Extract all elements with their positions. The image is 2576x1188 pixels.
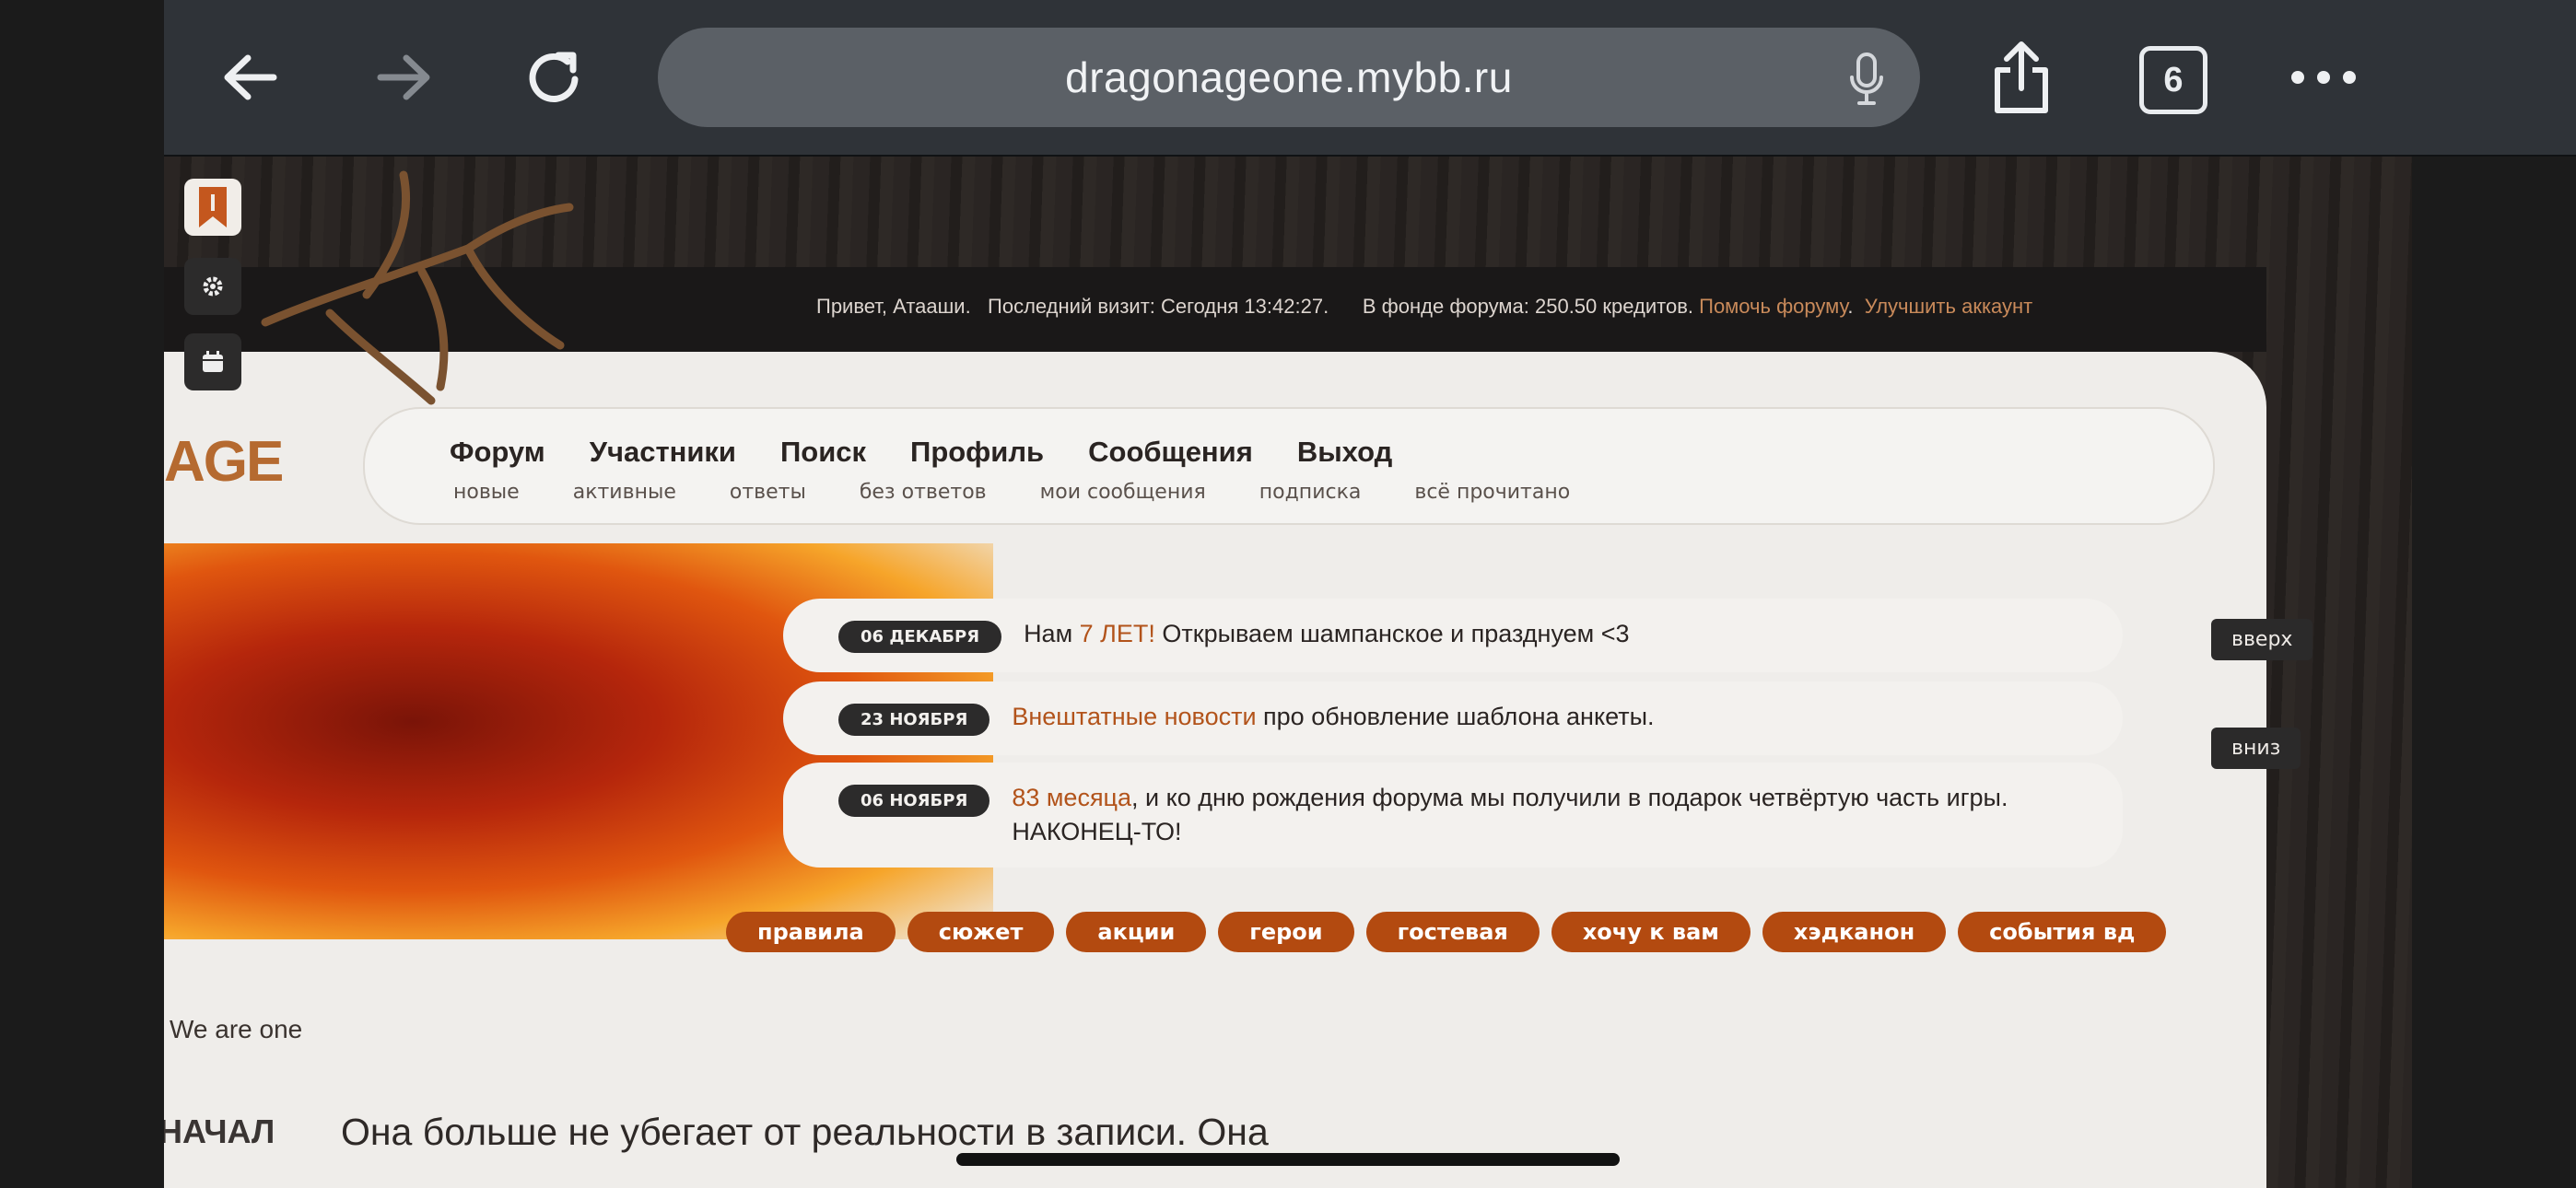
- tagline: We are one: [170, 1015, 303, 1043]
- microphone-icon[interactable]: [1848, 52, 1885, 107]
- more-button[interactable]: [2277, 31, 2370, 123]
- news-item[interactable]: 23 НОЯБРЯ Внештатные новости про обновле…: [783, 681, 2123, 755]
- viewport-margin-right: [2412, 157, 2576, 1188]
- settings-button[interactable]: [184, 258, 241, 315]
- nav-logout[interactable]: Выход: [1297, 436, 1393, 469]
- nav-search[interactable]: Поиск: [780, 436, 866, 469]
- tag-promo[interactable]: акции: [1066, 912, 1207, 952]
- quick-links: правила сюжет акции герои гостевая хочу …: [726, 912, 2178, 952]
- home-indicator: [956, 1153, 1620, 1166]
- nav-profile[interactable]: Профиль: [910, 436, 1044, 469]
- last-visit-text: Последний визит: Сегодня 13:42:27.: [988, 295, 1329, 318]
- nav-forum[interactable]: Форум: [450, 436, 545, 469]
- scroll-down-button[interactable]: вниз: [2211, 728, 2301, 769]
- news-item[interactable]: 06 НОЯБРЯ 83 месяца, и ко дню рождения ф…: [783, 763, 2123, 868]
- news-date: 06 НОЯБРЯ: [838, 785, 990, 817]
- tag-plot[interactable]: сюжет: [907, 912, 1055, 952]
- nav-mark-read[interactable]: всё прочитано: [1414, 481, 1570, 504]
- fund-text: В фонде форума: 250.50 кредитов.: [1362, 295, 1693, 318]
- tag-headcanon[interactable]: хэдканон: [1762, 912, 1947, 952]
- reload-icon: [529, 52, 579, 102]
- branch-decoration: [261, 170, 574, 405]
- nav-primary: Форум Участники Поиск Профиль Сообщения …: [450, 436, 1436, 469]
- nav-my-posts[interactable]: мои сообщения: [1040, 481, 1206, 504]
- reload-button[interactable]: [509, 31, 601, 123]
- nav-subscriptions[interactable]: подписка: [1259, 481, 1362, 504]
- tag-events[interactable]: события вд: [1958, 912, 2167, 952]
- nav-active[interactable]: активные: [573, 481, 676, 504]
- more-icon: [2291, 71, 2356, 84]
- bookmark-icon: [199, 187, 227, 227]
- url-text: dragonageone.mybb.ru: [1065, 53, 1513, 101]
- news-link[interactable]: Внештатные новости: [1012, 703, 1256, 730]
- help-forum-link[interactable]: Помочь форуму: [1699, 295, 1847, 318]
- section-label: НАЧАЛ: [164, 1112, 275, 1150]
- forum-logo[interactable]: AGE: [164, 429, 284, 495]
- gear-icon: [203, 276, 223, 297]
- nav-members[interactable]: Участники: [590, 436, 736, 469]
- calendar-icon: [203, 351, 223, 372]
- share-button[interactable]: [1975, 31, 2067, 123]
- nav-secondary: новые активные ответы без ответов мои со…: [453, 481, 1623, 504]
- news-text: 83 месяца, и ко дню рождения форума мы п…: [1012, 784, 2008, 845]
- tag-heroes[interactable]: герои: [1218, 912, 1354, 952]
- featured-quote: Она больше не убегает от реальности в за…: [341, 1111, 1269, 1153]
- forum-page: Привет, Атааши. Последний визит: Сегодня…: [164, 157, 2412, 1188]
- news-date: 06 ДЕКАБРЯ: [838, 621, 1002, 653]
- news-link[interactable]: 7 ЛЕТ!: [1080, 620, 1155, 647]
- news-item[interactable]: 06 ДЕКАБРЯ Нам 7 ЛЕТ! Открываем шампанск…: [783, 599, 2123, 672]
- nav-replies[interactable]: ответы: [730, 481, 806, 504]
- bookmark-button[interactable]: [184, 179, 241, 236]
- back-button[interactable]: [205, 31, 297, 123]
- forward-arrow-icon: [377, 54, 430, 100]
- scroll-up-button[interactable]: вверх: [2211, 619, 2313, 660]
- nav-new[interactable]: новые: [453, 481, 520, 504]
- news-text: Нам 7 ЛЕТ! Открываем шампанское и праздн…: [1024, 620, 1630, 647]
- tab-count: 6: [2163, 60, 2184, 99]
- tabs-button[interactable]: 6: [2139, 46, 2207, 114]
- news-link[interactable]: 83 месяца: [1012, 784, 1131, 811]
- forward-button[interactable]: [357, 31, 450, 123]
- back-arrow-icon: [224, 54, 277, 100]
- nav-messages[interactable]: Сообщения: [1088, 436, 1253, 469]
- tag-guestbook[interactable]: гостевая: [1365, 912, 1540, 952]
- upgrade-account-link[interactable]: Улучшить аккаунт: [1865, 295, 2033, 318]
- viewport-margin-left: [0, 0, 164, 1188]
- user-status-line: Привет, Атааши. Последний визит: Сегодня…: [816, 295, 2033, 318]
- greeting-text: Привет, Атааши.: [816, 295, 971, 318]
- share-icon: [1995, 41, 2048, 113]
- nav-unanswered[interactable]: без ответов: [860, 481, 987, 504]
- news-date: 23 НОЯБРЯ: [838, 704, 990, 736]
- address-bar[interactable]: dragonageone.mybb.ru: [658, 28, 1920, 127]
- calendar-button[interactable]: [184, 333, 241, 390]
- tag-rules[interactable]: правила: [726, 912, 896, 952]
- tag-join[interactable]: хочу к вам: [1551, 912, 1751, 952]
- news-text: Внештатные новости про обновление шаблон…: [1012, 703, 1655, 730]
- browser-toolbar: dragonageone.mybb.ru 6: [0, 0, 2576, 157]
